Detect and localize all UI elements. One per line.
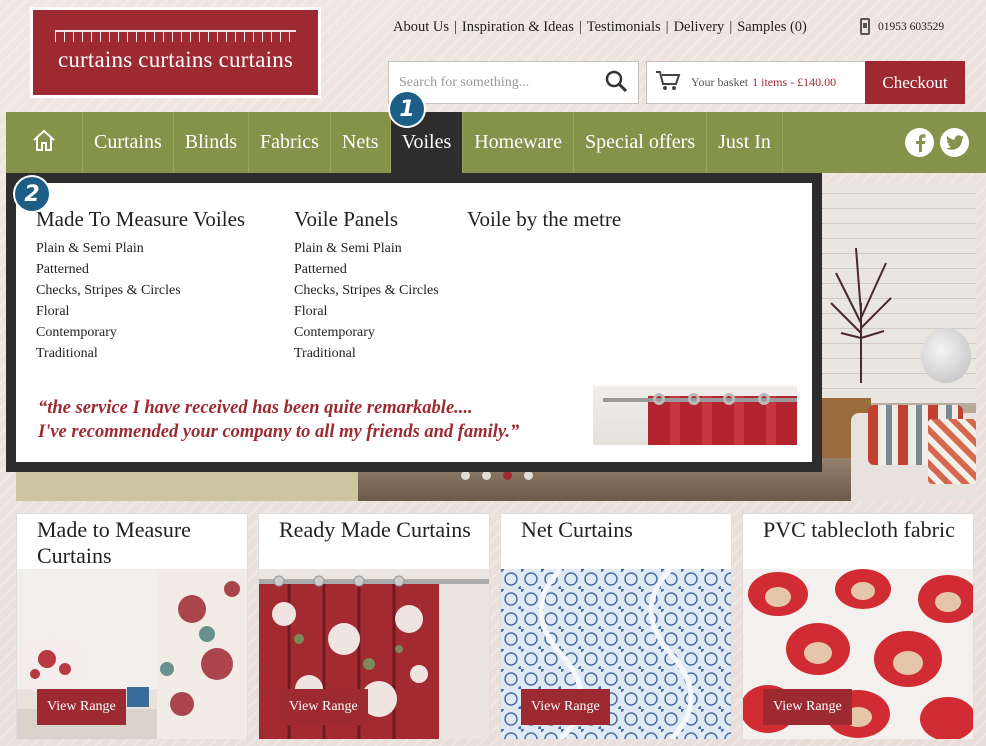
- separator: |: [578, 19, 582, 35]
- separator: |: [729, 19, 733, 35]
- phone-number: 01953 603529: [878, 20, 945, 33]
- annotation-badge-2: 2: [15, 177, 49, 211]
- menu-link[interactable]: Checks, Stripes & Circles: [294, 280, 439, 301]
- view-range-button[interactable]: View Range: [37, 689, 126, 725]
- menu-column-made-to-measure: Made To Measure Voiles Plain & Semi Plai…: [36, 207, 245, 364]
- nav-fabrics[interactable]: Fabrics: [249, 112, 331, 173]
- home-icon: [31, 128, 57, 158]
- menu-link[interactable]: Plain & Semi Plain: [294, 238, 439, 259]
- nav-nets[interactable]: Nets: [331, 112, 391, 173]
- top-links: About Us | Inspiration & Ideas | Testimoni…: [393, 19, 807, 36]
- carousel-dot-active[interactable]: [503, 471, 512, 480]
- menu-link[interactable]: Traditional: [294, 343, 439, 364]
- voiles-mega-menu: Made To Measure Voiles Plain & Semi Plai…: [6, 173, 822, 472]
- testimonial-quote: “the service I have received has been qu…: [38, 396, 519, 444]
- card-title: PVC tablecloth fabric: [763, 517, 955, 542]
- search-icon[interactable]: [604, 69, 628, 97]
- basket-label: Your basket: [691, 75, 749, 89]
- curtain-ring: [758, 393, 770, 405]
- curtain-ring: [688, 393, 700, 405]
- phone-icon: [860, 18, 870, 35]
- category-card-made-to-measure[interactable]: Made to Measure Curtains View Range: [16, 513, 248, 739]
- carousel-dots: [461, 471, 533, 480]
- ruler-graphic: [55, 30, 296, 46]
- separator: |: [665, 19, 669, 35]
- nav-home[interactable]: [6, 112, 83, 173]
- menu-heading[interactable]: Voile Panels: [294, 207, 439, 232]
- view-range-button[interactable]: View Range: [279, 689, 368, 725]
- view-range-button[interactable]: View Range: [521, 689, 610, 725]
- phone-contact: 01953 603529: [860, 18, 944, 35]
- logo-text: curtains curtains curtains: [57, 47, 294, 72]
- hero-cushion-2: [928, 419, 976, 484]
- hero-lamp: [921, 328, 971, 383]
- about-us-link[interactable]: About Us: [393, 19, 449, 36]
- carousel-dot[interactable]: [461, 471, 470, 480]
- site-logo[interactable]: curtains curtains curtains: [30, 7, 321, 98]
- menu-link[interactable]: Patterned: [36, 259, 245, 280]
- main-nav: Curtains Blinds Fabrics Nets Voiles Home…: [6, 112, 986, 173]
- social-links: [905, 128, 969, 157]
- quote-line: “the service I have received has been qu…: [38, 398, 473, 418]
- menu-link[interactable]: Contemporary: [294, 322, 439, 343]
- hero-plant: [830, 247, 892, 383]
- menu-column-voile-by-metre: Voile by the metre: [467, 207, 621, 238]
- search-input[interactable]: [399, 74, 604, 91]
- menu-heading[interactable]: Voile by the metre: [467, 207, 621, 232]
- carousel-dot[interactable]: [524, 471, 533, 480]
- quote-line: I've recommended your company to all my …: [38, 422, 520, 442]
- nav-curtains[interactable]: Curtains: [83, 112, 174, 173]
- samples-link[interactable]: Samples (0): [737, 19, 807, 36]
- basket-summary[interactable]: Your basket 1 items - £140.00: [646, 61, 866, 104]
- carousel-dot[interactable]: [482, 471, 491, 480]
- menu-link[interactable]: Patterned: [294, 259, 439, 280]
- red-voile-graphic: [648, 396, 797, 445]
- search-box: [388, 61, 639, 104]
- facebook-icon[interactable]: [905, 128, 934, 157]
- checkout-button[interactable]: Checkout: [865, 61, 965, 104]
- menu-link[interactable]: Floral: [36, 301, 245, 322]
- cart-icon: [655, 70, 681, 96]
- nav-blinds[interactable]: Blinds: [174, 112, 250, 173]
- twitter-icon[interactable]: [940, 128, 969, 157]
- curtain-ring: [723, 393, 735, 405]
- category-card-net-curtains[interactable]: Net Curtains View Range: [500, 513, 732, 739]
- menu-column-voile-panels: Voile Panels Plain & Semi Plain Patterne…: [294, 207, 439, 364]
- menu-link[interactable]: Checks, Stripes & Circles: [36, 280, 245, 301]
- card-title: Made to Measure Curtains: [37, 517, 191, 568]
- nav-homeware[interactable]: Homeware: [463, 112, 574, 173]
- card-title: Net Curtains: [521, 517, 633, 542]
- curtain-ring: [653, 393, 665, 405]
- mega-menu-panel: Made To Measure Voiles Plain & Semi Plai…: [16, 183, 812, 462]
- menu-link[interactable]: Plain & Semi Plain: [36, 238, 245, 259]
- view-range-button[interactable]: View Range: [763, 689, 852, 725]
- category-card-pvc-tablecloth[interactable]: PVC tablecloth fabric View Range: [742, 513, 974, 739]
- menu-link[interactable]: Contemporary: [36, 322, 245, 343]
- separator: |: [454, 19, 457, 35]
- menu-link[interactable]: Traditional: [36, 343, 245, 364]
- annotation-badge-1: 1: [390, 92, 424, 126]
- voile-curtain-image: [593, 386, 797, 445]
- card-title: Ready Made Curtains: [279, 517, 471, 542]
- basket-items: 1 items - £140.00: [752, 75, 837, 89]
- testimonials-link[interactable]: Testimonials: [587, 19, 661, 36]
- inspiration-link[interactable]: Inspiration & Ideas: [462, 19, 574, 36]
- nav-just-in[interactable]: Just In: [707, 112, 783, 173]
- category-card-ready-made[interactable]: Ready Made Curtains View Range: [258, 513, 490, 739]
- menu-heading[interactable]: Made To Measure Voiles: [36, 207, 245, 232]
- delivery-link[interactable]: Delivery: [674, 19, 725, 36]
- nav-special-offers[interactable]: Special offers: [574, 112, 708, 173]
- menu-link[interactable]: Floral: [294, 301, 439, 322]
